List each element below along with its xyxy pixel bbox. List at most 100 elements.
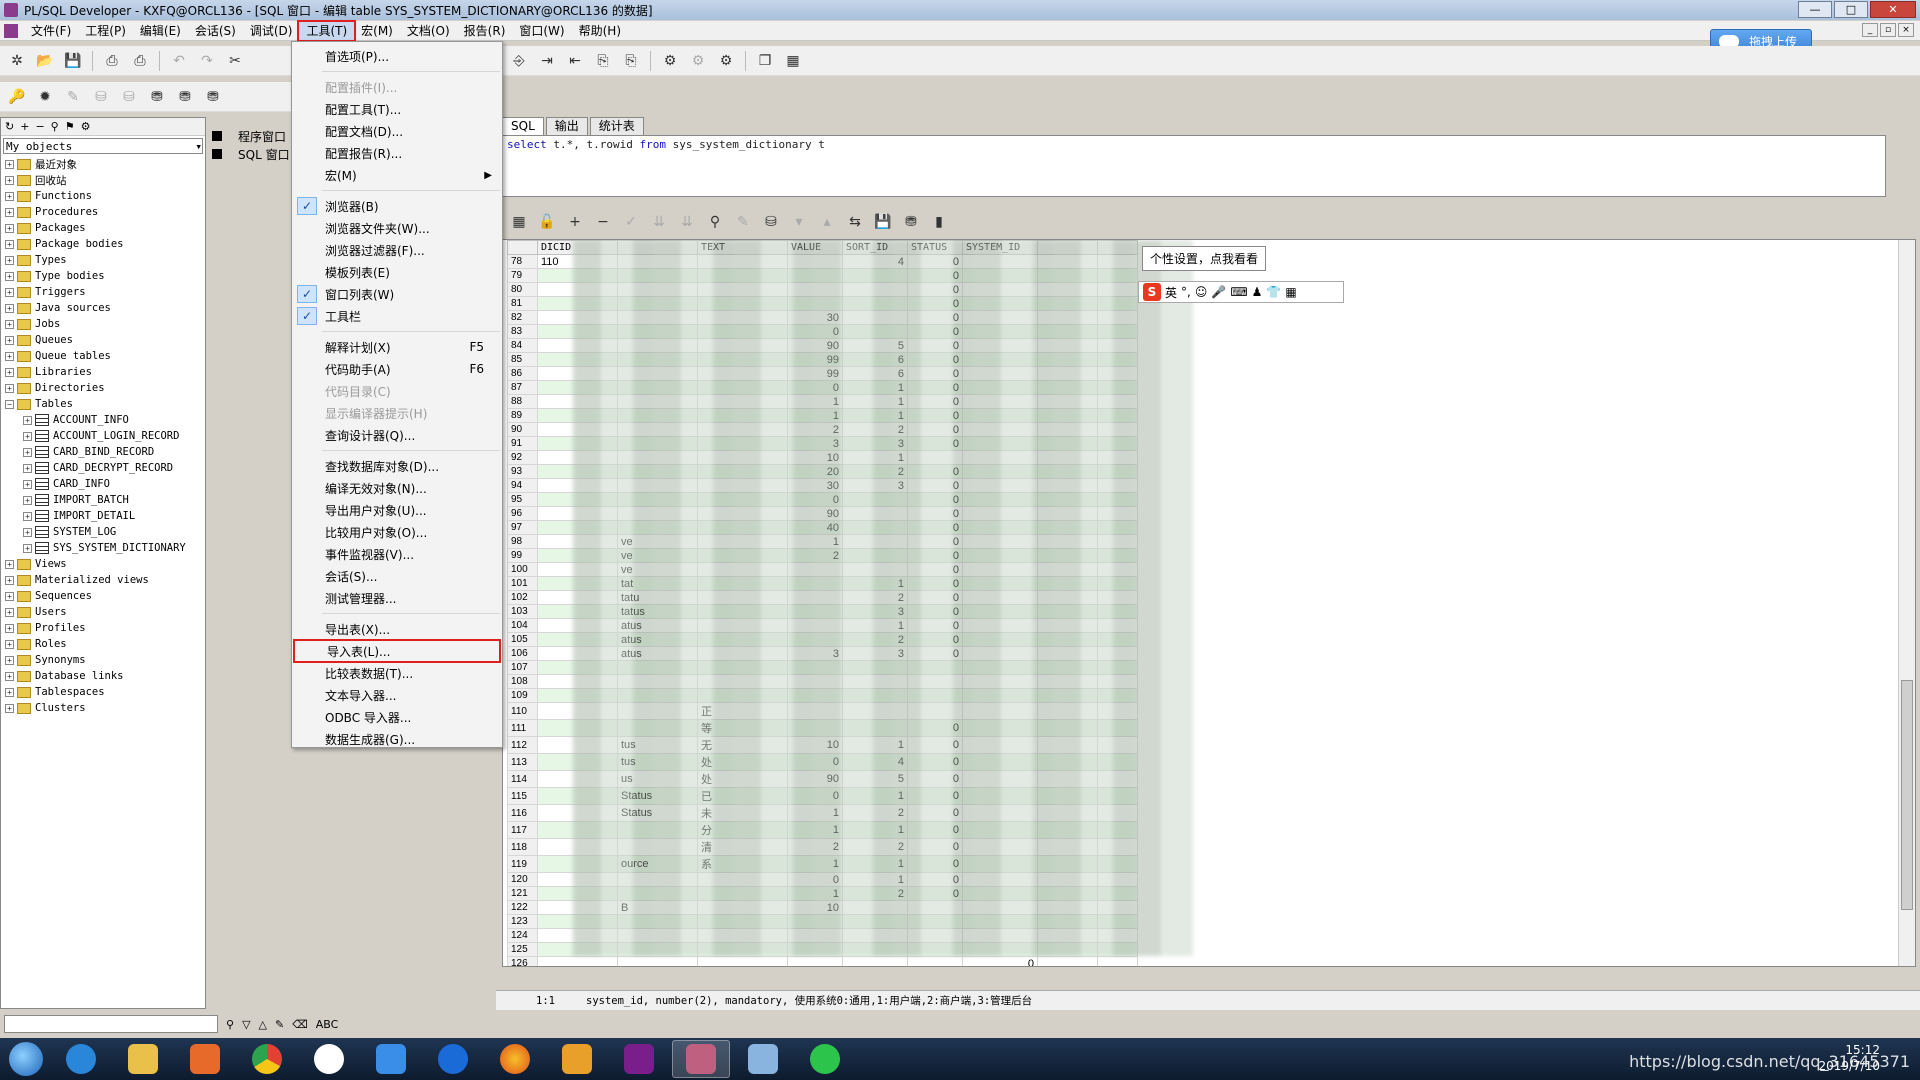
minimize-button[interactable]: — — [1798, 1, 1832, 18]
expand-icon[interactable]: + — [5, 703, 14, 713]
expand-icon[interactable]: + — [5, 271, 14, 281]
tree-node[interactable]: + Views — [5, 556, 205, 572]
eraser-icon[interactable]: ⌫ — [292, 1018, 308, 1031]
sql-icon[interactable]: ⛃ — [174, 86, 196, 108]
start-button[interactable] — [0, 1039, 52, 1079]
user-icon[interactable]: ♟ — [1252, 285, 1263, 299]
tools-menu-item[interactable]: 查询设计器(Q)... — [292, 424, 502, 446]
tools-menu-item[interactable]: ODBC 导入器... — [292, 706, 502, 728]
find-icon[interactable]: ⚲ — [51, 120, 59, 133]
tree-node[interactable]: + Jobs — [5, 316, 205, 332]
tree-node[interactable]: + 回收站 — [5, 172, 205, 188]
expand-icon[interactable]: + — [23, 447, 32, 457]
expand-icon[interactable]: + — [5, 575, 14, 585]
lock-icon[interactable]: 🔓 — [536, 211, 558, 233]
rollback-icon[interactable]: ⛁ — [118, 86, 140, 108]
previous-record-icon[interactable]: ▾ — [788, 211, 810, 233]
tree-node-tables[interactable]: − Tables — [5, 396, 205, 412]
punctuation-icon[interactable]: °, — [1181, 285, 1191, 299]
menu-help[interactable]: 帮助(H) — [572, 22, 628, 40]
collapse-icon[interactable]: − — [5, 399, 14, 409]
unindent-icon[interactable]: ⇤ — [564, 50, 586, 72]
add-icon[interactable]: + — [20, 120, 29, 133]
print-preview-icon[interactable]: ⎙ — [129, 50, 151, 72]
taskbar-app[interactable] — [548, 1040, 606, 1078]
expand-icon[interactable]: + — [5, 319, 14, 329]
menu-document[interactable]: 文档(O) — [400, 22, 457, 40]
tools-menu-item[interactable]: 首选项(P)... — [292, 45, 502, 67]
mdi-minimize-button[interactable]: _ — [1862, 23, 1878, 37]
cut-icon[interactable]: ✂ — [224, 50, 246, 72]
tools-menu-item[interactable]: ✓ 工具栏 — [292, 305, 502, 327]
grid-view-icon[interactable]: ▦ — [508, 211, 530, 233]
ime-language[interactable]: 英 — [1165, 284, 1177, 301]
expand-icon[interactable]: + — [5, 623, 14, 633]
pen-icon[interactable]: ✎ — [62, 86, 84, 108]
expand-icon[interactable]: + — [5, 383, 14, 393]
compile-icon[interactable]: ✹ — [34, 86, 56, 108]
expand-icon[interactable]: + — [23, 479, 32, 489]
taskbar-chrome[interactable] — [238, 1040, 296, 1078]
tools-menu-item[interactable]: 配置工具(T)... — [292, 98, 502, 120]
expand-icon[interactable]: + — [5, 303, 14, 313]
taskbar-plsql[interactable] — [672, 1040, 730, 1078]
table-cell[interactable] — [1037, 956, 1098, 966]
tools-menu-item[interactable]: 比较用户对象(O)... — [292, 521, 502, 543]
tools-menu-item[interactable]: 代码助手(A) F6 — [292, 358, 502, 380]
comment-icon[interactable]: ⎘ — [592, 50, 614, 72]
taskbar-media[interactable] — [176, 1040, 234, 1078]
taskbar-notes[interactable] — [362, 1040, 420, 1078]
tools-menu-item[interactable]: 查找数据库对象(D)... — [292, 455, 502, 477]
grid-menu-icon[interactable]: ▦ — [1285, 285, 1296, 299]
expand-icon[interactable]: + — [5, 559, 14, 569]
expand-icon[interactable]: + — [5, 191, 14, 201]
tools-menu-item[interactable]: 配置文档(D)... — [292, 120, 502, 142]
taskbar-k[interactable] — [424, 1040, 482, 1078]
tab-output[interactable]: 输出 — [545, 117, 588, 135]
tools-menu-item[interactable]: 模板列表(E) — [292, 261, 502, 283]
sogou-icon[interactable]: S — [1143, 283, 1161, 301]
delete-record-icon[interactable]: − — [592, 211, 614, 233]
save-icon[interactable]: 💾 — [62, 50, 84, 72]
table-cell[interactable]: 0 — [962, 956, 1038, 966]
tree-node[interactable]: + Directories — [5, 380, 205, 396]
tools-menu-item[interactable]: 显示编译器提示(H) — [292, 402, 502, 424]
tools-menu-item[interactable]: ✓ 浏览器(B) — [292, 195, 502, 217]
settings-icon[interactable]: ⚙ — [81, 120, 91, 133]
window-list-item[interactable]: 程序窗口 — [206, 127, 292, 145]
column-header[interactable] — [507, 240, 538, 255]
commit-icon[interactable]: ⛁ — [90, 86, 112, 108]
uncomment-icon[interactable]: ⎘ — [620, 50, 642, 72]
expand-icon[interactable]: + — [5, 607, 14, 617]
print-icon[interactable]: ⎙ — [101, 50, 123, 72]
table-cell[interactable] — [787, 956, 843, 966]
mdi-restore-button[interactable]: ▫ — [1880, 23, 1896, 37]
connect-icon[interactable]: ⛃ — [202, 86, 224, 108]
tools-menu-item[interactable]: 浏览器文件夹(W)... — [292, 217, 502, 239]
expand-icon[interactable]: + — [23, 527, 32, 537]
database-icon[interactable]: ⛃ — [146, 86, 168, 108]
table-cell[interactable] — [842, 956, 908, 966]
tree-node[interactable]: + Functions — [5, 188, 205, 204]
expand-icon[interactable]: + — [5, 255, 14, 265]
tree-node[interactable]: + Synonyms — [5, 652, 205, 668]
tree-node[interactable]: + Clusters — [5, 700, 205, 716]
explain-icon[interactable]: ⚙ — [659, 50, 681, 72]
find-input[interactable] — [4, 1015, 218, 1033]
expand-icon[interactable]: + — [5, 175, 14, 185]
tree-node[interactable]: + Queue tables — [5, 348, 205, 364]
step-icon[interactable]: ⚙ — [715, 50, 737, 72]
indent-icon[interactable]: ⇥ — [536, 50, 558, 72]
find-down-icon[interactable]: ▽ — [242, 1018, 250, 1031]
expand-icon[interactable]: + — [23, 415, 32, 425]
open-folder-icon[interactable]: 📂 — [34, 50, 56, 72]
expand-icon[interactable]: + — [5, 351, 14, 361]
expand-icon[interactable]: + — [5, 591, 14, 601]
tree-node[interactable]: + Roles — [5, 636, 205, 652]
tools-menu-item[interactable]: 导出表(X)... — [292, 618, 502, 640]
table-cell[interactable] — [617, 956, 698, 966]
tools-menu-item[interactable]: 事件监视器(V)... — [292, 543, 502, 565]
tree-node[interactable]: + Tablespaces — [5, 684, 205, 700]
debug-icon[interactable]: ⚙ — [687, 50, 709, 72]
menu-item-import-tables[interactable]: 导入表(L)... — [293, 639, 501, 663]
